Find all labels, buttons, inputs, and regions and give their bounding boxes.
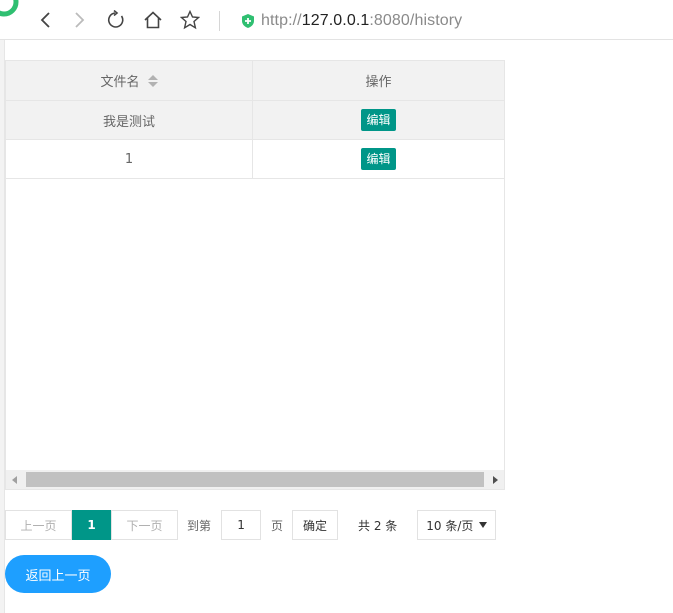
reload-icon[interactable] — [105, 9, 127, 31]
header-actions-label: 操作 — [365, 75, 392, 90]
goto-confirm-button[interactable]: 确定 — [292, 510, 339, 540]
page-size-value: 10 条/页 — [426, 518, 474, 533]
cell-actions: 编辑 — [253, 101, 504, 139]
url-scheme: http:// — [261, 12, 302, 29]
cell-filename: 我是测试 — [6, 101, 253, 139]
browser-logo-icon — [0, 0, 19, 17]
header-filename[interactable]: 文件名 — [6, 61, 253, 100]
chevron-down-icon — [479, 522, 488, 528]
secure-shield-icon — [242, 14, 254, 28]
edit-button[interactable]: 编辑 — [361, 109, 396, 131]
goto-suffix: 页 — [271, 518, 284, 533]
horizontal-scrollbar[interactable] — [6, 470, 504, 489]
header-filename-label: 文件名 — [100, 75, 140, 90]
forward-icon[interactable] — [68, 9, 90, 31]
scroll-right-arrow-icon[interactable] — [486, 470, 504, 489]
next-page-button[interactable]: 下一页 — [111, 510, 178, 540]
browser-toolbar: http://127.0.0.1:8080/history — [0, 0, 673, 40]
page-size-select[interactable]: 10 条/页 — [417, 510, 497, 540]
edit-button[interactable]: 编辑 — [361, 148, 396, 170]
url-path: :8080/history — [369, 12, 463, 29]
scroll-left-arrow-icon[interactable] — [6, 470, 24, 489]
toolbar-separator — [219, 11, 220, 31]
table-header: 文件名 操作 — [6, 61, 504, 101]
scrollbar-thumb[interactable] — [26, 472, 484, 487]
prev-page-button[interactable]: 上一页 — [5, 510, 72, 540]
total-count: 共 2 条 — [358, 518, 398, 533]
sort-icon[interactable] — [147, 74, 158, 87]
pagination: 上一页 1 下一页 到第 页 确定 共 2 条 10 条/页 — [5, 510, 497, 540]
url-host: 127.0.0.1 — [301, 12, 370, 29]
table-row: 我是测试 编辑 — [6, 101, 504, 140]
home-icon[interactable] — [142, 9, 164, 31]
goto-page-input[interactable] — [221, 510, 262, 540]
table-row: 1 编辑 — [6, 140, 504, 179]
history-table: 文件名 操作 我是测试 编辑 1 编辑 — [5, 60, 505, 490]
address-bar[interactable]: http://127.0.0.1:8080/history — [240, 10, 462, 32]
header-actions: 操作 — [253, 61, 504, 100]
back-button[interactable]: 返回上一页 — [5, 555, 111, 593]
current-page[interactable]: 1 — [72, 510, 111, 540]
url-text: http://127.0.0.1:8080/history — [261, 12, 462, 30]
cell-actions: 编辑 — [253, 140, 504, 178]
cell-filename: 1 — [6, 140, 253, 178]
bookmark-star-icon[interactable] — [179, 9, 201, 31]
back-icon[interactable] — [35, 9, 57, 31]
goto-prefix: 到第 — [187, 518, 212, 533]
